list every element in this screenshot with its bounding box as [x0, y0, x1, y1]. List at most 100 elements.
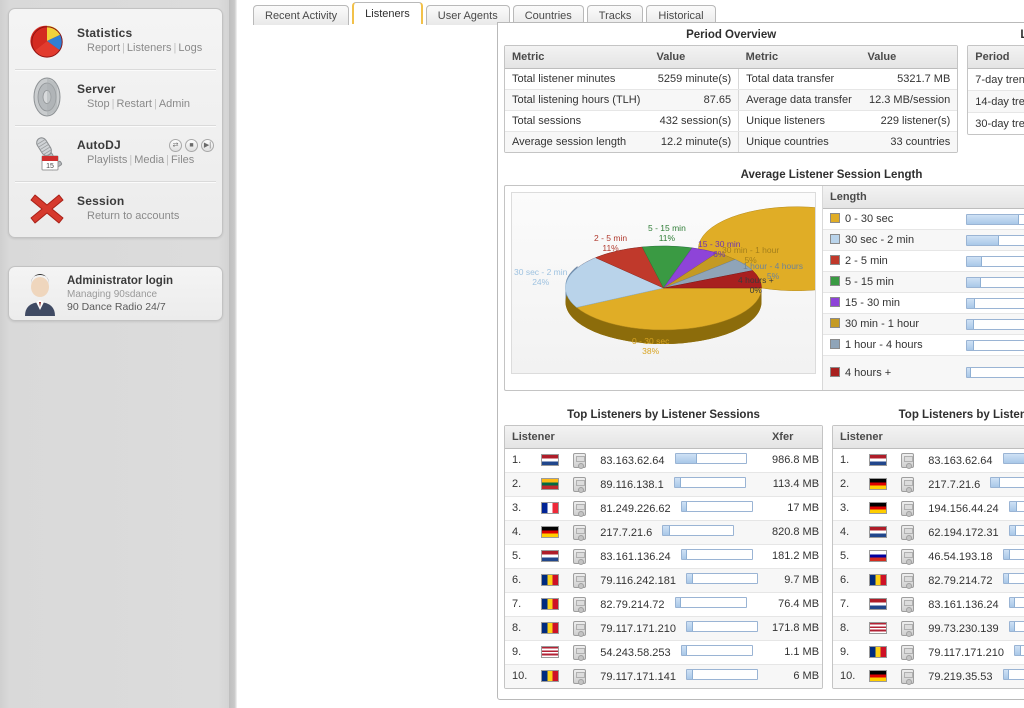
cell-flag [862, 664, 894, 688]
next-icon[interactable]: ▶| [201, 139, 214, 152]
table-row[interactable]: 2.89.116.138.1113.4 MB23 [505, 472, 823, 496]
cell-rank: 10. [505, 664, 534, 688]
media-player-icon [901, 549, 914, 564]
media-player-icon [901, 597, 914, 612]
flag-nl-icon [869, 598, 887, 610]
listener-trends-block: Listener Trends Period Value [967, 23, 1024, 135]
xfer-bar [686, 573, 758, 584]
link-return-to-accounts[interactable]: Return to accounts [87, 210, 179, 222]
xfer-bar [675, 597, 747, 608]
cell-ip: 79.219.35.53 [921, 664, 1024, 688]
table-row[interactable]: 10.79.219.35.53120.7 MB105 [833, 664, 1024, 688]
col-xfer: Xfer [765, 426, 823, 449]
cell-metric: Average session length [505, 132, 650, 153]
sidebar-item-autodj[interactable]: 15 AutoDJ ⇄ ■ ▶| Playlists|Media|Files [9, 125, 222, 181]
link-stop[interactable]: Stop [87, 98, 110, 110]
media-player-icon [573, 597, 586, 612]
cell-flag [534, 568, 566, 592]
cell-period: 7-day trend [968, 69, 1024, 91]
xfer-bar [1003, 549, 1024, 560]
table-row[interactable]: 2.217.7.21.6820.8 MB718 [833, 472, 1024, 496]
media-player-icon [901, 645, 914, 660]
link-files[interactable]: Files [171, 154, 194, 166]
table-row[interactable]: 8.99.73.230.139179 MB156 [833, 616, 1024, 640]
listener-ip: 62.194.172.31 [928, 527, 998, 539]
cell-device [894, 568, 921, 592]
cell-metric: Total sessions [505, 111, 650, 132]
listener-ip: 46.54.193.18 [928, 551, 992, 563]
cell-device [566, 520, 593, 544]
xfer-bar [990, 477, 1024, 488]
cell-ip: 81.249.226.62 [593, 496, 765, 520]
table-row[interactable]: 9.54.243.58.2531.1 MB8 [505, 640, 823, 664]
xfer-bar [1009, 621, 1024, 632]
tab-listeners[interactable]: Listeners [352, 2, 423, 24]
listener-ip: 89.116.138.1 [600, 479, 663, 491]
progress-bar [966, 319, 1024, 330]
cell-bar [959, 209, 1024, 230]
table-row: 5 - 15 min46 (10.6%) [823, 272, 1024, 293]
table-row[interactable]: 7.83.161.136.24181.2 MB157 [833, 592, 1024, 616]
flag-lt-icon [541, 478, 559, 490]
cell-xfer: 1.1 MB [765, 640, 823, 664]
user-login-panel[interactable]: Administrator login Managing 90sdance 90… [8, 266, 223, 321]
table-row[interactable]: 6.79.116.242.1819.7 MB8 [505, 568, 823, 592]
table-row[interactable]: 10.79.117.171.1416 MB8 [505, 664, 823, 688]
table-row[interactable]: 9.79.117.171.210171.8 MB141 [833, 640, 1024, 664]
link-media[interactable]: Media [134, 154, 164, 166]
cell-flag [534, 520, 566, 544]
listener-ip: 83.161.136.24 [928, 599, 998, 611]
flag-ro-icon [541, 622, 559, 634]
table-row[interactable]: 1.83.163.62.64986.8 MB859 [833, 448, 1024, 472]
pie-label-4hours-plus: 4 hours +0% [738, 275, 774, 295]
link-admin[interactable]: Admin [159, 98, 190, 110]
pie-label-5-15-min: 5 - 15 min11% [648, 223, 686, 243]
table-row[interactable]: 5.46.54.193.18486.2 MB424 [833, 544, 1024, 568]
link-logs[interactable]: Logs [178, 42, 202, 54]
session-length-block: Average Listener Session Length [498, 163, 1024, 391]
tab-bar: Recent Activity Listeners User Agents Co… [253, 2, 716, 24]
table-row[interactable]: 4.217.7.21.6820.8 MB16 [505, 520, 823, 544]
table-row[interactable]: 5.83.161.136.24181.2 MB9 [505, 544, 823, 568]
table-row[interactable]: 8.79.117.171.210171.8 MB8 [505, 616, 823, 640]
cell-metric: Total data transfer [739, 69, 861, 90]
listener-ip: 81.249.226.62 [600, 503, 670, 515]
tab-recent-activity[interactable]: Recent Activity [253, 5, 349, 25]
table-row[interactable]: 7.82.79.214.7276.4 MB8 [505, 592, 823, 616]
table-row: Total listener minutes 5259 minute(s) To… [505, 69, 957, 90]
link-restart[interactable]: Restart [117, 98, 152, 110]
sidebar-item-server[interactable]: Server Stop|Restart|Admin [9, 69, 222, 125]
cell-value: 12.2 minute(s) [650, 132, 739, 153]
cell-ip: 83.161.136.24 [921, 592, 1024, 616]
link-report[interactable]: Report [87, 42, 120, 54]
cell-length: 5 - 15 min [823, 272, 959, 293]
cell-rank: 6. [505, 568, 534, 592]
link-playlists[interactable]: Playlists [87, 154, 127, 166]
flag-si-icon [869, 550, 887, 562]
cell-xfer: 820.8 MB [765, 520, 823, 544]
user-name: Administrator login [67, 274, 173, 288]
listeners-panel: Period Overview Metric Value Metric Valu… [497, 22, 1024, 700]
stop-icon[interactable]: ■ [185, 139, 198, 152]
session-length-title: Average Listener Session Length [504, 163, 1024, 185]
link-listeners[interactable]: Listeners [127, 42, 172, 54]
table-row: 0 - 30 sec166 (38.4%) [823, 209, 1024, 230]
xfer-bar [686, 621, 758, 632]
sidebar-item-session[interactable]: Session Return to accounts [9, 181, 222, 237]
cell-value: 12.3 MB/session [861, 90, 958, 111]
cell-flag [862, 448, 894, 472]
shuffle-icon[interactable]: ⇄ [169, 139, 182, 152]
cell-device [894, 496, 921, 520]
table-row[interactable]: 1.83.163.62.64986.8 MB42 [505, 448, 823, 472]
pie-label-2-5-min: 2 - 5 min11% [594, 233, 627, 253]
table-row[interactable]: 3.81.249.226.6217 MB17 [505, 496, 823, 520]
table-row[interactable]: 4.62.194.172.31517.7 MB452 [833, 520, 1024, 544]
sidebar-sublinks: Playlists|Media|Files [77, 153, 216, 168]
table-row[interactable]: 6.82.79.214.7276.4 MB213 [833, 568, 1024, 592]
table-row[interactable]: 3.194.156.44.24580 MB506 [833, 496, 1024, 520]
col-value-2: Value [861, 46, 958, 69]
progress-bar [966, 256, 1024, 267]
sidebar-item-statistics[interactable]: Statistics Report|Listeners|Logs [9, 13, 222, 69]
top-sessions-block: Top Listeners by Listener Sessions Liste… [504, 403, 823, 689]
listener-ip: 83.161.136.24 [600, 551, 670, 563]
